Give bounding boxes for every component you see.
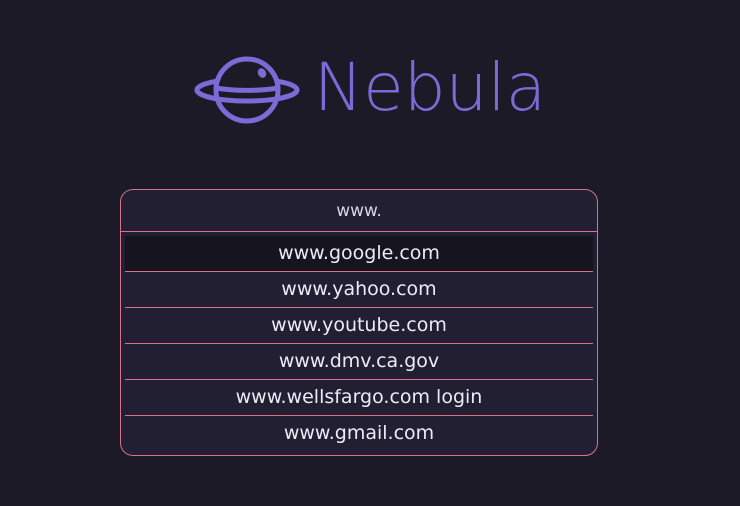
suggestion-item[interactable]: www.wellsfargo.com login bbox=[125, 380, 593, 416]
brand-name: Nebula bbox=[313, 49, 547, 126]
brand-logo: Nebula bbox=[0, 52, 740, 128]
suggestion-item[interactable]: www.youtube.com bbox=[125, 308, 593, 344]
planet-icon bbox=[194, 56, 300, 124]
suggestion-item[interactable]: www.google.com bbox=[125, 236, 593, 272]
suggestion-item[interactable]: www.yahoo.com bbox=[125, 272, 593, 308]
search-box: www.google.com www.yahoo.com www.youtube… bbox=[120, 189, 598, 456]
suggestion-item[interactable]: www.gmail.com bbox=[125, 416, 593, 451]
suggestion-item[interactable]: www.dmv.ca.gov bbox=[125, 344, 593, 380]
suggestion-list: www.google.com www.yahoo.com www.youtube… bbox=[121, 236, 597, 451]
search-input[interactable] bbox=[121, 190, 597, 232]
nebula-new-tab-page: Nebula www.google.com www.yahoo.com www.… bbox=[0, 0, 740, 506]
